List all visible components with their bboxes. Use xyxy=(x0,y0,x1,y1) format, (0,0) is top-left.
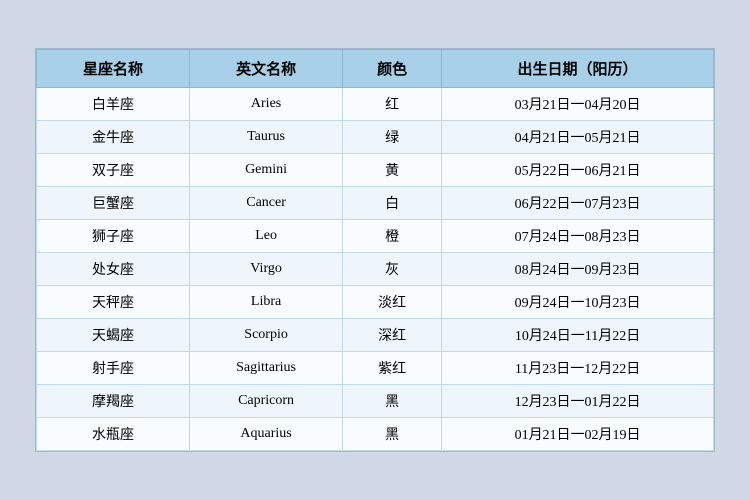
table-row: 处女座Virgo灰08月24日一09月23日 xyxy=(37,253,714,286)
cell-dates: 11月23日一12月22日 xyxy=(442,352,714,385)
cell-english-name: Aries xyxy=(190,88,343,121)
table-row: 白羊座Aries红03月21日一04月20日 xyxy=(37,88,714,121)
cell-chinese-name: 摩羯座 xyxy=(37,385,190,418)
table-row: 水瓶座Aquarius黑01月21日一02月19日 xyxy=(37,418,714,451)
table-row: 狮子座Leo橙07月24日一08月23日 xyxy=(37,220,714,253)
cell-color: 紫红 xyxy=(343,352,442,385)
cell-dates: 04月21日一05月21日 xyxy=(442,121,714,154)
cell-dates: 01月21日一02月19日 xyxy=(442,418,714,451)
cell-chinese-name: 射手座 xyxy=(37,352,190,385)
table-row: 巨蟹座Cancer白06月22日一07月23日 xyxy=(37,187,714,220)
cell-dates: 08月24日一09月23日 xyxy=(442,253,714,286)
cell-color: 淡红 xyxy=(343,286,442,319)
cell-color: 黑 xyxy=(343,385,442,418)
cell-color: 黑 xyxy=(343,418,442,451)
cell-dates: 09月24日一10月23日 xyxy=(442,286,714,319)
cell-chinese-name: 天蝎座 xyxy=(37,319,190,352)
table-row: 摩羯座Capricorn黑12月23日一01月22日 xyxy=(37,385,714,418)
header-english-name: 英文名称 xyxy=(190,50,343,88)
cell-color: 灰 xyxy=(343,253,442,286)
cell-english-name: Taurus xyxy=(190,121,343,154)
header-chinese-name: 星座名称 xyxy=(37,50,190,88)
table-row: 金牛座Taurus绿04月21日一05月21日 xyxy=(37,121,714,154)
zodiac-table: 星座名称 英文名称 颜色 出生日期（阳历） 白羊座Aries红03月21日一04… xyxy=(36,49,714,451)
cell-dates: 10月24日一11月22日 xyxy=(442,319,714,352)
cell-english-name: Capricorn xyxy=(190,385,343,418)
table-row: 天秤座Libra淡红09月24日一10月23日 xyxy=(37,286,714,319)
table-header-row: 星座名称 英文名称 颜色 出生日期（阳历） xyxy=(37,50,714,88)
cell-color: 红 xyxy=(343,88,442,121)
cell-english-name: Leo xyxy=(190,220,343,253)
cell-chinese-name: 水瓶座 xyxy=(37,418,190,451)
cell-color: 橙 xyxy=(343,220,442,253)
table-row: 射手座Sagittarius紫红11月23日一12月22日 xyxy=(37,352,714,385)
header-color: 颜色 xyxy=(343,50,442,88)
table-row: 双子座Gemini黄05月22日一06月21日 xyxy=(37,154,714,187)
cell-color: 绿 xyxy=(343,121,442,154)
cell-color: 黄 xyxy=(343,154,442,187)
cell-color: 深红 xyxy=(343,319,442,352)
cell-english-name: Scorpio xyxy=(190,319,343,352)
cell-chinese-name: 处女座 xyxy=(37,253,190,286)
cell-dates: 06月22日一07月23日 xyxy=(442,187,714,220)
cell-english-name: Gemini xyxy=(190,154,343,187)
cell-color: 白 xyxy=(343,187,442,220)
cell-english-name: Sagittarius xyxy=(190,352,343,385)
cell-english-name: Aquarius xyxy=(190,418,343,451)
header-dates: 出生日期（阳历） xyxy=(442,50,714,88)
cell-chinese-name: 白羊座 xyxy=(37,88,190,121)
cell-chinese-name: 天秤座 xyxy=(37,286,190,319)
cell-dates: 12月23日一01月22日 xyxy=(442,385,714,418)
cell-dates: 07月24日一08月23日 xyxy=(442,220,714,253)
cell-dates: 03月21日一04月20日 xyxy=(442,88,714,121)
cell-chinese-name: 巨蟹座 xyxy=(37,187,190,220)
cell-chinese-name: 双子座 xyxy=(37,154,190,187)
cell-english-name: Virgo xyxy=(190,253,343,286)
zodiac-table-container: 星座名称 英文名称 颜色 出生日期（阳历） 白羊座Aries红03月21日一04… xyxy=(35,48,715,452)
cell-english-name: Cancer xyxy=(190,187,343,220)
cell-dates: 05月22日一06月21日 xyxy=(442,154,714,187)
cell-chinese-name: 狮子座 xyxy=(37,220,190,253)
table-row: 天蝎座Scorpio深红10月24日一11月22日 xyxy=(37,319,714,352)
cell-english-name: Libra xyxy=(190,286,343,319)
cell-chinese-name: 金牛座 xyxy=(37,121,190,154)
